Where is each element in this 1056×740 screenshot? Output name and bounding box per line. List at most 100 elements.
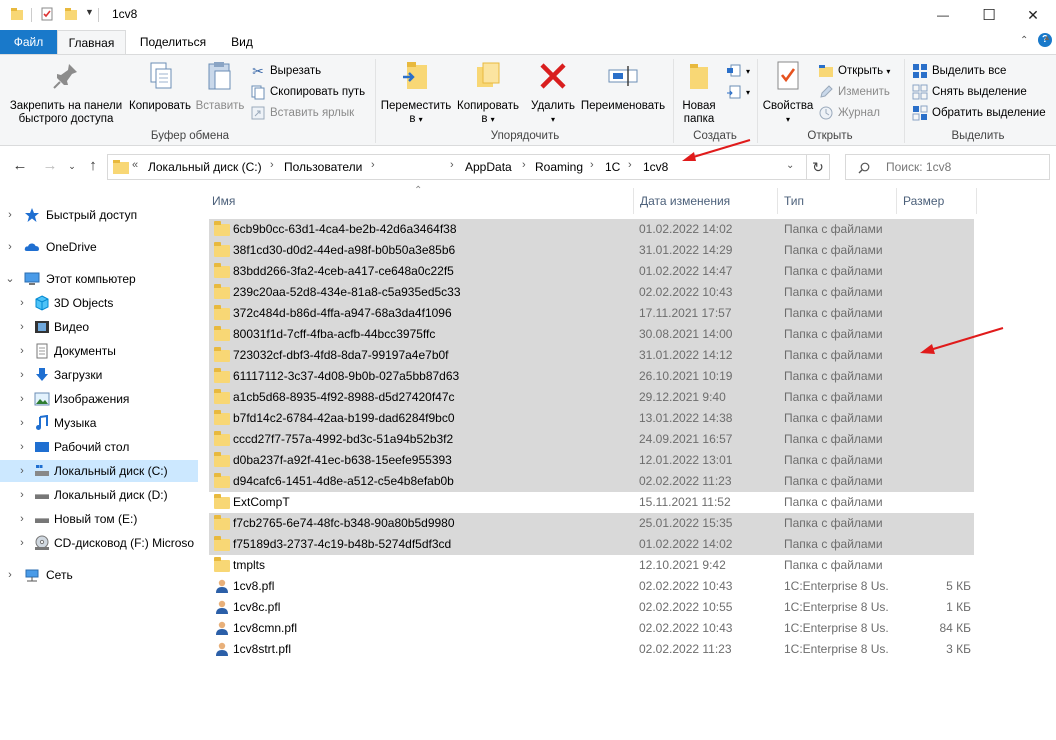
chevron-right-icon[interactable]: › — [16, 316, 28, 338]
breadcrumb-separator-icon[interactable]: › — [371, 159, 375, 171]
table-row[interactable]: cccd27f7-757a-4992-bd3c-51a94b52b3f2 24.0… — [209, 429, 974, 450]
nav-item-pictures[interactable]: › Изображения — [0, 388, 198, 410]
copy-button[interactable]: Копировать — [126, 59, 194, 113]
history-button[interactable]: Журнал — [818, 103, 880, 123]
open-button[interactable]: Открыть ▾ — [818, 61, 890, 81]
nav-item-3d-objects[interactable]: › 3D Objects — [0, 292, 198, 314]
nav-item-onedrive[interactable]: › OneDrive — [0, 236, 198, 258]
tab-file[interactable]: Файл — [0, 30, 57, 54]
chevron-right-icon[interactable]: › — [4, 236, 16, 258]
breadcrumb-separator-icon[interactable]: › — [522, 159, 526, 171]
copy-path-button[interactable]: Скопировать путь — [250, 82, 365, 102]
breadcrumb-roaming[interactable]: Roaming — [535, 160, 583, 174]
delete-button[interactable]: Удалить ▾ — [528, 59, 578, 126]
scroll-up-icon[interactable]: ▲ — [1043, 33, 1051, 42]
chevron-right-icon[interactable]: › — [16, 532, 28, 554]
nav-item-cd-drive[interactable]: › CD-дисковод (F:) Microso — [0, 532, 198, 554]
table-row[interactable]: 1cv8.pfl 02.02.2022 10:43 1C:Enterprise 8 … — [209, 576, 974, 597]
table-row[interactable]: 80031f1d-7cff-4fba-acfb-44bcc3975ffc 30.0… — [209, 324, 974, 345]
breadcrumb-1cv8[interactable]: 1cv8 — [643, 160, 668, 174]
nav-item-downloads[interactable]: › Загрузки — [0, 364, 198, 386]
chevron-down-icon[interactable]: ⌄ — [4, 268, 16, 290]
chevron-right-icon[interactable]: › — [16, 364, 28, 386]
invert-selection-button[interactable]: Обратить выделение — [912, 103, 1046, 123]
table-row[interactable]: d94cafc6-1451-4d8e-a512-c5e4b8efab0b 02.0… — [209, 471, 974, 492]
chevron-right-icon[interactable]: › — [16, 388, 28, 410]
nav-item-drive-c[interactable]: › Локальный диск (C:) — [0, 460, 198, 482]
chevron-right-icon[interactable]: › — [16, 412, 28, 434]
breadcrumb-users[interactable]: Пользователи — [284, 160, 362, 174]
breadcrumb-appdata[interactable]: AppData — [465, 160, 512, 174]
table-row[interactable]: 239c20aa-52d8-434e-81a8-c5a935ed5c33 02.0… — [209, 282, 974, 303]
column-header-type[interactable]: Тип — [778, 188, 897, 214]
new-folder-button[interactable]: Новая папка — [676, 59, 722, 126]
table-row[interactable]: 38f1cd30-d0d2-44ed-a98f-b0b50a3e85b6 31.0… — [209, 240, 974, 261]
overflow-chevron-icon[interactable]: « — [132, 159, 138, 171]
forward-button[interactable]: → — [40, 156, 60, 176]
properties-button[interactable]: Свойства ▾ — [760, 59, 816, 126]
column-header-name[interactable]: Имя — [206, 188, 634, 214]
table-row[interactable]: 61117112-3c37-4d08-9b0b-027a5bb87d63 26.1… — [209, 366, 974, 387]
scrollbar[interactable]: ▲ — [1039, 30, 1056, 740]
chevron-right-icon[interactable]: › — [16, 460, 28, 482]
refresh-button[interactable]: ↻ — [806, 154, 830, 180]
minimize-button[interactable]: — — [920, 0, 966, 30]
ribbon-collapse-chevron-icon[interactable]: ⌃ — [1020, 35, 1028, 46]
paste-button[interactable]: Вставить — [194, 59, 246, 113]
table-row[interactable]: a1cb5d68-8935-4f92-8988-d5d27420f47c 29.1… — [209, 387, 974, 408]
column-header-date[interactable]: Дата изменения — [634, 188, 778, 214]
chevron-right-icon[interactable]: › — [4, 564, 16, 586]
table-row[interactable]: b7fd14c2-6784-42aa-b199-dad6284f9bc0 13.0… — [209, 408, 974, 429]
search-input[interactable]: Поиск: 1cv8 — [845, 154, 1050, 180]
nav-item-music[interactable]: › Музыка — [0, 412, 198, 434]
maximize-button[interactable]: ☐ — [966, 0, 1012, 30]
table-row[interactable]: 372c484d-b86d-4ffa-a947-68a3da4f1096 17.1… — [209, 303, 974, 324]
chevron-right-icon[interactable]: › — [16, 508, 28, 530]
tab-share[interactable]: Поделиться — [128, 30, 218, 54]
table-row[interactable]: 1cv8strt.pfl 02.02.2022 11:23 1C:Enterpris… — [209, 639, 974, 660]
select-all-button[interactable]: Выделить все — [912, 61, 1006, 81]
chevron-right-icon[interactable]: › — [16, 436, 28, 458]
table-row[interactable]: ExtCompT 15.11.2021 11:52 Папка с файлами — [209, 492, 974, 513]
nav-item-this-pc[interactable]: ⌄ Этот компьютер — [0, 268, 198, 290]
tab-view[interactable]: Вид — [220, 30, 264, 54]
paste-shortcut-button[interactable]: Вставить ярлык — [250, 103, 354, 123]
up-button[interactable]: ↑ — [83, 156, 103, 176]
close-button[interactable]: ✕ — [1010, 0, 1056, 30]
edit-button[interactable]: Изменить — [818, 82, 890, 102]
table-row[interactable]: 6cb9b0cc-63d1-4ca4-be2b-42d6a3464f38 01.0… — [209, 219, 974, 240]
table-row[interactable]: d0ba237f-a92f-41ec-b638-15eefe955393 12.0… — [209, 450, 974, 471]
nav-item-videos[interactable]: › Видео — [0, 316, 198, 338]
table-row[interactable]: 723032cf-dbf3-4fd8-8da7-99197a4e7b0f 31.0… — [209, 345, 974, 366]
table-row[interactable]: f75189d3-2737-4c19-b48b-5274df5df3cd 01.0… — [209, 534, 974, 555]
table-row[interactable]: f7cb2765-6e74-48fc-b348-90a80b5d9980 25.0… — [209, 513, 974, 534]
column-header-size[interactable]: Размер — [897, 188, 977, 214]
select-none-button[interactable]: Снять выделение — [912, 82, 1027, 102]
nav-item-desktop[interactable]: › Рабочий стол — [0, 436, 198, 458]
rename-button[interactable]: Переименовать — [578, 59, 668, 113]
breadcrumb-separator-icon[interactable]: › — [450, 159, 454, 171]
back-button[interactable]: ← — [10, 156, 30, 176]
move-to-button[interactable]: Переместить в ▾ — [380, 59, 452, 126]
breadcrumb-1c[interactable]: 1C — [605, 160, 620, 174]
tab-home[interactable]: Главная — [57, 30, 126, 54]
address-dropdown-chevron-icon[interactable]: ⌄ — [786, 160, 794, 171]
table-row[interactable]: 1cv8cmn.pfl 02.02.2022 10:43 1C:Enterprise… — [209, 618, 974, 639]
nav-item-network[interactable]: › Сеть — [0, 564, 198, 586]
easy-access-button[interactable]: ▾ — [726, 82, 750, 102]
nav-item-drive-d[interactable]: › Локальный диск (D:) — [0, 484, 198, 506]
properties-icon[interactable] — [40, 7, 54, 21]
breadcrumb-separator-icon[interactable]: › — [270, 159, 274, 171]
new-folder-icon[interactable] — [64, 7, 78, 21]
breadcrumb-separator-icon[interactable]: › — [628, 159, 632, 171]
breadcrumb-separator-icon[interactable]: › — [590, 159, 594, 171]
nav-item-drive-e[interactable]: › Новый том (E:) — [0, 508, 198, 530]
recent-locations-button[interactable]: ⌄ — [62, 156, 82, 176]
chevron-right-icon[interactable]: › — [16, 484, 28, 506]
table-row[interactable]: 83bdd266-3fa2-4ceb-a417-ce648a0c22f5 01.0… — [209, 261, 974, 282]
pin-quick-access-button[interactable]: Закрепить на панели быстрого доступа — [6, 59, 126, 126]
new-item-button[interactable]: ▾ — [726, 61, 750, 81]
table-row[interactable]: tmplts 12.10.2021 9:42 Папка с файлами — [209, 555, 974, 576]
address-bar[interactable]: « Локальный диск (C:) › Пользователи › ›… — [107, 154, 830, 180]
chevron-right-icon[interactable]: › — [4, 204, 16, 226]
